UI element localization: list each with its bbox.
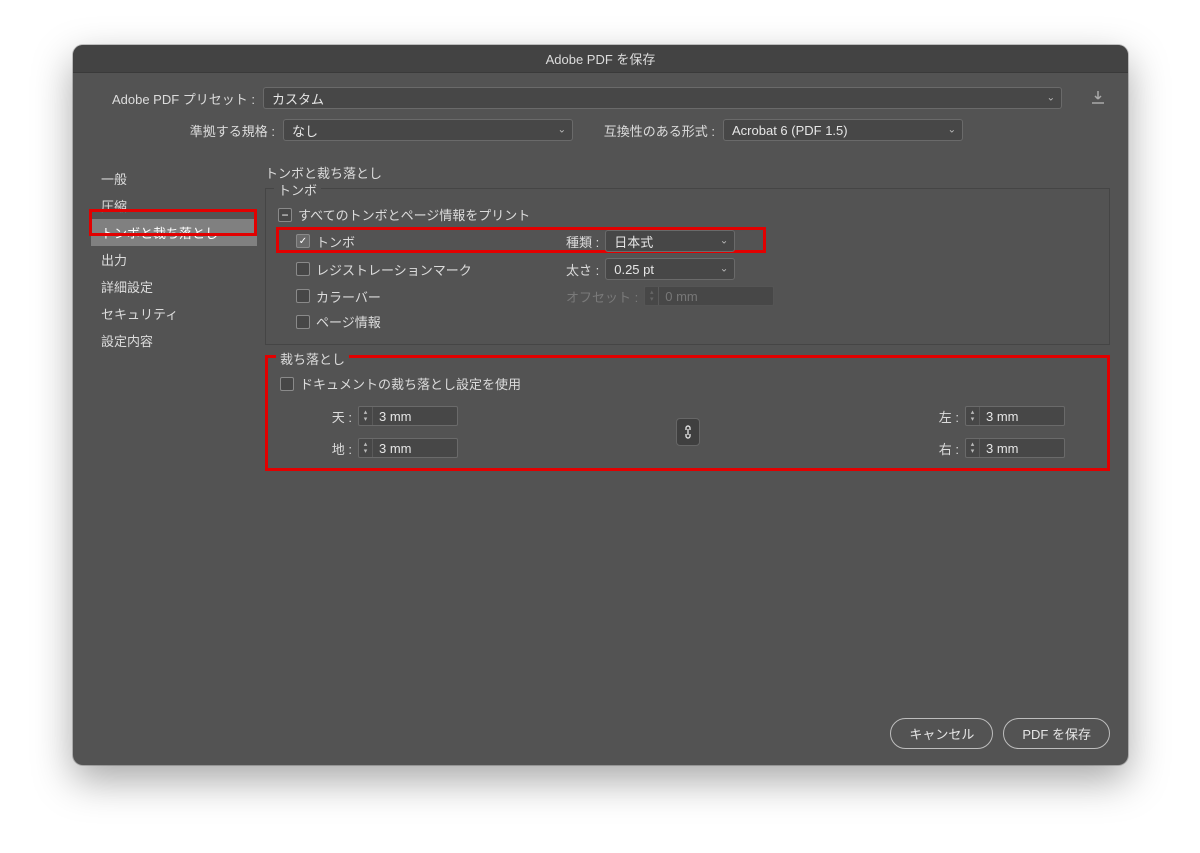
mark-weight-label: 太さ : (566, 260, 599, 279)
compat-select[interactable]: Acrobat 6 (PDF 1.5)⌄ (723, 119, 963, 141)
registration-marks-label: レジストレーションマーク (316, 260, 472, 279)
use-doc-bleed-label: ドキュメントの裁ち落とし設定を使用 (300, 374, 521, 393)
marks-group-label: トンボ (274, 180, 321, 199)
window-title: Adobe PDF を保存 (546, 49, 656, 68)
use-doc-bleed-checkbox[interactable] (280, 377, 294, 391)
sidebar-item-marks-bleeds[interactable]: トンボと裁ち落とし (91, 219, 257, 246)
cancel-button[interactable]: キャンセル (890, 718, 993, 749)
save-pdf-dialog: Adobe PDF を保存 Adobe PDF プリセット : カスタム⌄ 準拠… (73, 45, 1128, 765)
titlebar: Adobe PDF を保存 (73, 45, 1128, 73)
chevron-down-icon: ⌄ (1047, 93, 1055, 104)
bleed-bottom-field[interactable]: ▴▾ 3 mm (358, 438, 458, 458)
colorbars-label: カラーバー (316, 287, 381, 306)
content-panel: トンボと裁ち落とし トンボ すべてのトンボとページ情報をプリント ト (257, 159, 1110, 696)
chevron-down-icon: ⌄ (720, 236, 728, 247)
link-bleed-icon[interactable] (676, 418, 700, 446)
category-sidebar: 一般 圧縮 トンボと裁ち落とし 出力 詳細設定 セキュリティ 設定内容 (91, 159, 257, 696)
sidebar-item-summary[interactable]: 設定内容 (91, 327, 257, 354)
bleed-group-label: 裁ち落とし (276, 349, 349, 368)
bleed-right-field[interactable]: ▴▾ 3 mm (965, 438, 1065, 458)
stepper-arrows-icon[interactable]: ▴▾ (966, 439, 980, 457)
pageinfo-checkbox[interactable] (296, 315, 310, 329)
dialog-footer: キャンセル PDF を保存 (73, 708, 1128, 765)
standard-select[interactable]: なし⌄ (283, 119, 573, 141)
offset-label: オフセット : (566, 287, 638, 306)
mark-type-label: 種類 : (566, 232, 599, 251)
chevron-down-icon: ⌄ (948, 125, 956, 136)
sidebar-item-security[interactable]: セキュリティ (91, 300, 257, 327)
preset-select[interactable]: カスタム⌄ (263, 87, 1062, 109)
mark-type-select[interactable]: 日本式⌄ (605, 230, 735, 252)
sidebar-item-output[interactable]: 出力 (91, 246, 257, 273)
sidebar-item-advanced[interactable]: 詳細設定 (91, 273, 257, 300)
chevron-down-icon: ⌄ (720, 264, 728, 275)
offset-field: ▴▾ 0 mm (644, 286, 774, 306)
bleed-left-label: 左 : (917, 407, 965, 426)
marks-group: トンボ すべてのトンボとページ情報をプリント トンボ (265, 188, 1110, 345)
download-preset-icon[interactable] (1088, 88, 1108, 108)
print-all-marks-checkbox[interactable] (278, 208, 292, 222)
top-options: Adobe PDF プリセット : カスタム⌄ 準拠する規格 : なし⌄ 互換性… (73, 73, 1128, 159)
bleed-top-field[interactable]: ▴▾ 3 mm (358, 406, 458, 426)
stepper-arrows-icon[interactable]: ▴▾ (359, 439, 373, 457)
bleed-top-label: 天 : (310, 407, 358, 426)
trim-marks-checkbox[interactable] (296, 234, 310, 248)
bleed-left-field[interactable]: ▴▾ 3 mm (965, 406, 1065, 426)
save-pdf-button[interactable]: PDF を保存 (1003, 718, 1110, 749)
mark-weight-select[interactable]: 0.25 pt⌄ (605, 258, 735, 280)
trim-marks-label: トンボ (316, 232, 355, 251)
sidebar-item-general[interactable]: 一般 (91, 165, 257, 192)
bleed-group: 裁ち落とし ドキュメントの裁ち落とし設定を使用 天 : ▴▾ 3 mm (265, 355, 1110, 471)
print-all-marks-label: すべてのトンボとページ情報をプリント (298, 205, 530, 224)
bleed-right-label: 右 : (917, 439, 965, 458)
standard-label: 準拠する規格 : (93, 121, 283, 140)
section-title: トンボと裁ち落とし (265, 159, 1110, 188)
compat-label: 互換性のある形式 : (573, 121, 723, 140)
pageinfo-label: ページ情報 (316, 312, 381, 331)
registration-marks-checkbox[interactable] (296, 262, 310, 276)
stepper-arrows-icon[interactable]: ▴▾ (359, 407, 373, 425)
colorbars-checkbox[interactable] (296, 289, 310, 303)
chevron-down-icon: ⌄ (558, 125, 566, 136)
preset-label: Adobe PDF プリセット : (93, 89, 263, 108)
stepper-arrows-icon[interactable]: ▴▾ (966, 407, 980, 425)
bleed-bottom-label: 地 : (310, 439, 358, 458)
sidebar-item-compression[interactable]: 圧縮 (91, 192, 257, 219)
